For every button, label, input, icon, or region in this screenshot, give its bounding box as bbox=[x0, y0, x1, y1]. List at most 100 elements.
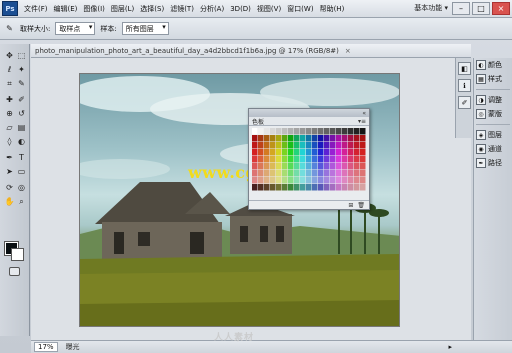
swatch-cell[interactable] bbox=[336, 142, 342, 149]
workspace-selector[interactable]: 基本功能 ▾ bbox=[414, 3, 448, 13]
swatch-cell[interactable] bbox=[354, 128, 360, 135]
swatch-cell[interactable] bbox=[282, 142, 288, 149]
close-button[interactable]: × bbox=[492, 2, 510, 15]
swatch-cell[interactable] bbox=[270, 142, 276, 149]
swatch-cell[interactable] bbox=[354, 177, 360, 184]
swatch-cell[interactable] bbox=[300, 184, 306, 191]
swatch-cell[interactable] bbox=[324, 156, 330, 163]
swatch-cell[interactable] bbox=[342, 156, 348, 163]
menu-layer[interactable]: 图层(L) bbox=[108, 4, 137, 14]
swatch-cell[interactable] bbox=[348, 156, 354, 163]
panel-masks[interactable]: ◎ 蒙版 bbox=[474, 107, 512, 121]
swatch-cell[interactable] bbox=[264, 177, 270, 184]
swatch-cell[interactable] bbox=[330, 184, 336, 191]
swatch-cell[interactable] bbox=[324, 128, 330, 135]
swatch-cell[interactable] bbox=[312, 135, 318, 142]
swatch-cell[interactable] bbox=[288, 177, 294, 184]
swatch-cell[interactable] bbox=[330, 170, 336, 177]
swatch-cell[interactable] bbox=[342, 177, 348, 184]
swatch-cell[interactable] bbox=[264, 142, 270, 149]
swatch-cell[interactable] bbox=[252, 142, 258, 149]
panel-adjustments[interactable]: ◑ 调整 bbox=[474, 93, 512, 107]
swatch-cell[interactable] bbox=[270, 177, 276, 184]
swatch-cell[interactable] bbox=[312, 177, 318, 184]
quick-mask-icon[interactable] bbox=[9, 267, 20, 276]
crop-tool-icon[interactable]: ⌗ bbox=[4, 78, 15, 89]
swatch-cell[interactable] bbox=[276, 170, 282, 177]
swatch-cell[interactable] bbox=[348, 184, 354, 191]
panel-paths[interactable]: ✒ 路径 bbox=[474, 156, 512, 170]
menu-window[interactable]: 窗口(W) bbox=[284, 4, 316, 14]
swatch-cell[interactable] bbox=[252, 149, 258, 156]
swatch-cell[interactable] bbox=[312, 156, 318, 163]
swatch-cell[interactable] bbox=[282, 163, 288, 170]
swatch-cell[interactable] bbox=[294, 170, 300, 177]
zoom-tool-icon[interactable]: ⌕ bbox=[16, 196, 27, 207]
blur-tool-icon[interactable]: ◊ bbox=[4, 136, 15, 147]
swatch-cell[interactable] bbox=[312, 128, 318, 135]
swatch-cell[interactable] bbox=[276, 128, 282, 135]
status-arrow-icon[interactable]: ▸ bbox=[448, 343, 452, 351]
swatch-cell[interactable] bbox=[348, 177, 354, 184]
maximize-button[interactable]: □ bbox=[472, 2, 490, 15]
swatch-cell[interactable] bbox=[360, 184, 366, 191]
move-tool-icon[interactable]: ✥ bbox=[4, 50, 15, 61]
swatch-cell[interactable] bbox=[336, 184, 342, 191]
swatch-cell[interactable] bbox=[264, 135, 270, 142]
dock-color-icon[interactable]: ◧ bbox=[458, 62, 471, 75]
panel-layers[interactable]: ◈ 图层 bbox=[474, 128, 512, 142]
swatch-cell[interactable] bbox=[258, 177, 264, 184]
swatches-titlebar[interactable]: « bbox=[249, 109, 369, 117]
shape-tool-icon[interactable]: ▭ bbox=[16, 166, 27, 177]
gradient-tool-icon[interactable]: ▤ bbox=[16, 122, 27, 133]
swatch-cell[interactable] bbox=[324, 170, 330, 177]
swatch-cell[interactable] bbox=[348, 142, 354, 149]
swatch-cell[interactable] bbox=[282, 170, 288, 177]
swatch-cell[interactable] bbox=[270, 184, 276, 191]
swatch-cell[interactable] bbox=[318, 177, 324, 184]
swatch-cell[interactable] bbox=[336, 177, 342, 184]
marquee-tool-icon[interactable]: ⬚ bbox=[16, 50, 27, 61]
swatch-cell[interactable] bbox=[282, 156, 288, 163]
clone-stamp-icon[interactable]: ⊕ bbox=[4, 108, 15, 119]
brush-tool-icon[interactable]: ✐ bbox=[16, 94, 27, 105]
panel-channels[interactable]: ◉ 通道 bbox=[474, 142, 512, 156]
swatch-cell[interactable] bbox=[306, 149, 312, 156]
swatch-cell[interactable] bbox=[294, 177, 300, 184]
swatch-cell[interactable] bbox=[258, 170, 264, 177]
swatch-cell[interactable] bbox=[276, 177, 282, 184]
swatch-cell[interactable] bbox=[318, 135, 324, 142]
swatch-cell[interactable] bbox=[276, 184, 282, 191]
swatch-cell[interactable] bbox=[324, 177, 330, 184]
swatch-cell[interactable] bbox=[294, 163, 300, 170]
swatch-cell[interactable] bbox=[300, 170, 306, 177]
swatch-cell[interactable] bbox=[258, 184, 264, 191]
swatch-cell[interactable] bbox=[306, 177, 312, 184]
swatch-cell[interactable] bbox=[318, 149, 324, 156]
swatch-cell[interactable] bbox=[336, 135, 342, 142]
swatch-cell[interactable] bbox=[276, 135, 282, 142]
document-tab[interactable]: photo_manipulation_photo_art_a_beautiful… bbox=[31, 44, 471, 58]
swatch-cell[interactable] bbox=[270, 163, 276, 170]
swatch-cell[interactable] bbox=[360, 142, 366, 149]
swatch-cell[interactable] bbox=[354, 142, 360, 149]
swatch-cell[interactable] bbox=[330, 156, 336, 163]
eraser-tool-icon[interactable]: ▱ bbox=[4, 122, 15, 133]
menu-select[interactable]: 选择(S) bbox=[137, 4, 167, 14]
status-info[interactable]: 曝光 bbox=[66, 342, 80, 352]
swatch-cell[interactable] bbox=[258, 135, 264, 142]
swatch-cell[interactable] bbox=[282, 135, 288, 142]
swatch-cell[interactable] bbox=[330, 135, 336, 142]
swatch-cell[interactable] bbox=[336, 149, 342, 156]
swatch-cell[interactable] bbox=[336, 170, 342, 177]
swatch-cell[interactable] bbox=[348, 135, 354, 142]
swatch-cell[interactable] bbox=[264, 163, 270, 170]
swatch-cell[interactable] bbox=[276, 156, 282, 163]
swatch-cell[interactable] bbox=[270, 149, 276, 156]
swatch-cell[interactable] bbox=[336, 128, 342, 135]
new-swatch-icon[interactable]: ⊞ bbox=[348, 202, 353, 209]
history-brush-icon[interactable]: ↺ bbox=[16, 108, 27, 119]
swatch-cell[interactable] bbox=[342, 142, 348, 149]
swatch-cell[interactable] bbox=[252, 156, 258, 163]
menu-file[interactable]: 文件(F) bbox=[21, 4, 51, 14]
